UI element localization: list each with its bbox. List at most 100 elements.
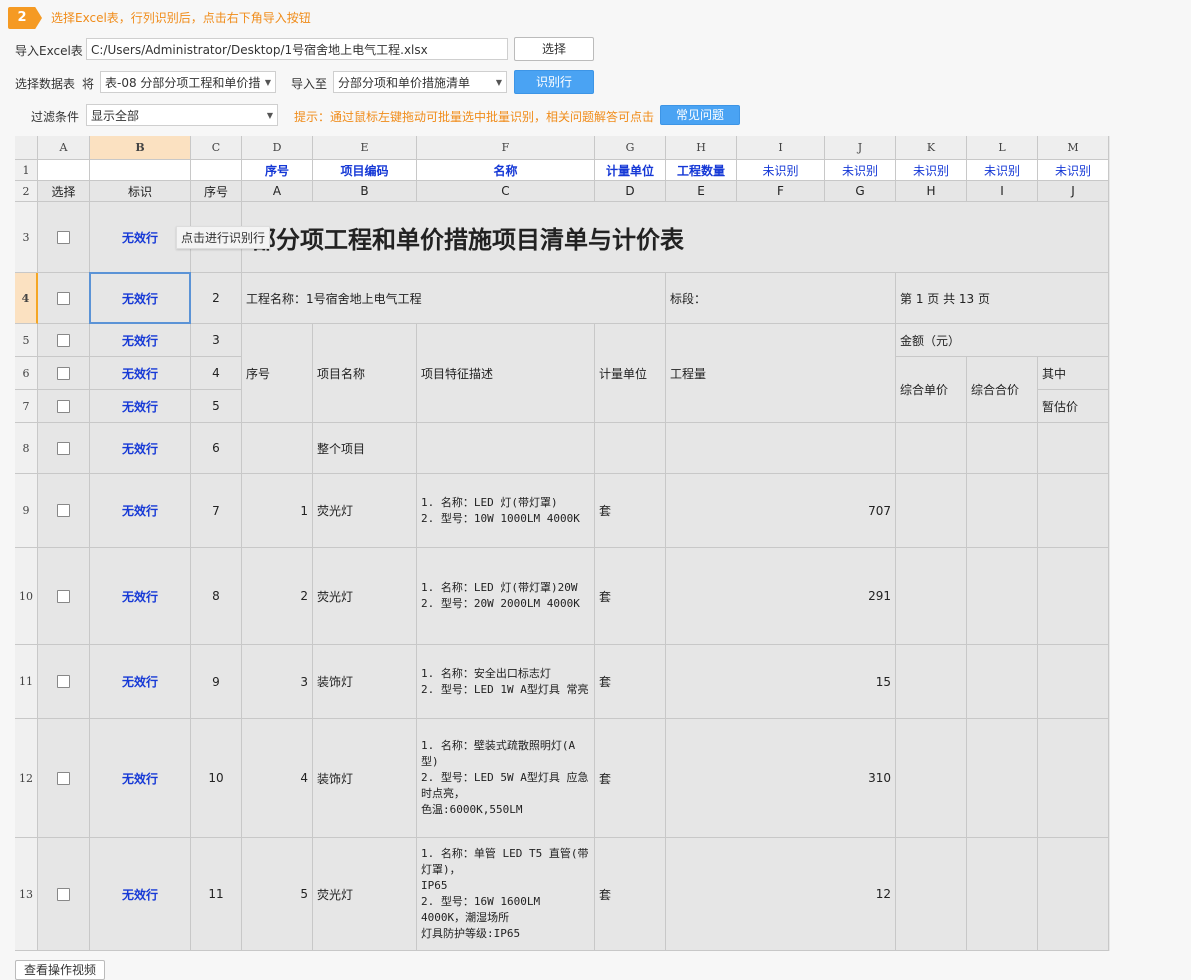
item-unit: 套 (595, 645, 666, 719)
sheet-select[interactable]: 表-08 分部分项工程和单价措 ▼ (100, 71, 276, 93)
row-identifier[interactable]: 无效行 (90, 357, 191, 390)
import-to-label: 导入至 (291, 77, 328, 91)
column-mapping-j[interactable]: 未识别 (825, 160, 896, 181)
item-total-price (967, 548, 1038, 645)
faq-button[interactable]: 常见问题 (660, 105, 740, 125)
column-mapping-f[interactable]: 名称 (417, 160, 595, 181)
column-mapping-d[interactable]: 序号 (242, 160, 313, 181)
row-checkbox[interactable] (57, 441, 70, 455)
row-select-cell[interactable] (38, 719, 90, 838)
item-total-price (967, 474, 1038, 548)
row-number[interactable]: 4 (15, 273, 38, 324)
row-identifier[interactable]: 无效行 (90, 838, 191, 951)
column-header-l[interactable]: L (967, 136, 1038, 160)
excel-path-input[interactable]: C:/Users/Administrator/Desktop/1号宿舍地上电气工… (86, 38, 508, 60)
column-header-g[interactable]: G (595, 136, 666, 160)
row-select-cell[interactable] (38, 645, 90, 719)
row-identifier[interactable]: 无效行 (90, 423, 191, 474)
choose-file-button[interactable]: 选择 (514, 37, 594, 61)
row-checkbox[interactable] (57, 230, 70, 244)
row-checkbox[interactable] (57, 589, 70, 603)
target-select[interactable]: 分部分项和单价措施清单 ▼ (333, 71, 507, 93)
row-number[interactable]: 3 (15, 202, 38, 273)
row-number[interactable]: 1 (15, 160, 38, 181)
row-identifier[interactable]: 无效行 (90, 273, 191, 324)
column-header-a[interactable]: A (38, 136, 90, 160)
chevron-down-icon: ▼ (266, 111, 273, 120)
item-description: 1. 名称：安全出口标志灯 2. 型号：LED 1W A型灯具 常亮 (417, 645, 595, 719)
row-checkbox[interactable] (57, 366, 70, 380)
item-unit-price (896, 838, 967, 951)
item-quantity: 12 (666, 838, 896, 951)
row-number[interactable]: 5 (15, 324, 38, 357)
row-identifier[interactable]: 无效行 (90, 324, 191, 357)
column-header-c[interactable]: C (191, 136, 242, 160)
row-checkbox[interactable] (57, 333, 70, 347)
row-select-cell[interactable] (38, 474, 90, 548)
row-identifier[interactable]: 无效行 (90, 390, 191, 423)
item-number: 5 (242, 838, 313, 951)
column-header-i[interactable]: I (737, 136, 825, 160)
column-mapping-l[interactable]: 未识别 (967, 160, 1038, 181)
column-header-k[interactable]: K (896, 136, 967, 160)
header-cell: 序号 (191, 181, 242, 202)
row-select-cell[interactable] (38, 390, 90, 423)
page-info-cell: 第 1 页 共 13 页 (896, 273, 1109, 324)
column-header-h[interactable]: H (666, 136, 737, 160)
item-number: 3 (242, 645, 313, 719)
row-number[interactable]: 7 (15, 390, 38, 423)
row-select-cell[interactable] (38, 548, 90, 645)
row-number[interactable]: 9 (15, 474, 38, 548)
column-header-e[interactable]: E (313, 136, 417, 160)
row-checkbox[interactable] (57, 887, 70, 901)
item-total-price (967, 719, 1038, 838)
row-number[interactable]: 6 (15, 357, 38, 390)
row-sequence: 4 (191, 357, 242, 390)
column-header-m[interactable]: M (1038, 136, 1109, 160)
row-select-cell[interactable] (38, 423, 90, 474)
row-select-cell[interactable] (38, 324, 90, 357)
row-number[interactable]: 11 (15, 645, 38, 719)
header-cell: J (1038, 181, 1109, 202)
row-select-cell[interactable] (38, 838, 90, 951)
row-select-cell[interactable] (38, 357, 90, 390)
row-checkbox[interactable] (57, 399, 70, 413)
grid-corner (15, 136, 38, 160)
row-identifier[interactable]: 无效行 (90, 474, 191, 548)
filter-select[interactable]: 显示全部 ▼ (86, 104, 278, 126)
column-mapping-i[interactable]: 未识别 (737, 160, 825, 181)
row-checkbox[interactable] (57, 504, 70, 517)
row-sequence: 9 (191, 645, 242, 719)
row-select-cell[interactable] (38, 273, 90, 324)
header-cell: B (313, 181, 417, 202)
header-cell: H (896, 181, 967, 202)
column-mapping-g[interactable]: 计量单位 (595, 160, 666, 181)
column-mapping-e[interactable]: 项目编码 (313, 160, 417, 181)
row-select-cell[interactable] (38, 202, 90, 273)
column-header-j[interactable]: J (825, 136, 896, 160)
row-identifier[interactable]: 无效行 (90, 719, 191, 838)
row-number[interactable]: 12 (15, 719, 38, 838)
column-header-f[interactable]: F (417, 136, 595, 160)
jiang-label: 将 (82, 77, 95, 91)
view-video-button[interactable]: 查看操作视频 (15, 960, 105, 980)
column-mapping-m[interactable]: 未识别 (1038, 160, 1109, 181)
row-number[interactable]: 13 (15, 838, 38, 951)
row-number[interactable]: 8 (15, 423, 38, 474)
row-number[interactable]: 10 (15, 548, 38, 645)
row-checkbox[interactable] (57, 771, 70, 785)
row-checkbox[interactable] (57, 291, 70, 305)
column-header-b[interactable]: B (90, 136, 191, 160)
identify-rows-button[interactable]: 识别行 (514, 70, 594, 94)
sheet-title: 部分项工程和单价措施项目清单与计价表 (242, 202, 1109, 273)
row-checkbox[interactable] (57, 675, 70, 688)
row-identifier[interactable]: 无效行 (90, 645, 191, 719)
spreadsheet-grid[interactable]: A B C D E F G H I J K L M 1 2 3 4 5 6 7 8 9 10 11 12 13 序号 项目编码 名称 计量… (15, 136, 1110, 951)
column-mapping-h[interactable]: 工程数量 (666, 160, 737, 181)
row-identifier[interactable]: 无效行 (90, 548, 191, 645)
column-header-d[interactable]: D (242, 136, 313, 160)
item-number: 1 (242, 474, 313, 548)
row-number[interactable]: 2 (15, 181, 38, 202)
column-mapping-k[interactable]: 未识别 (896, 160, 967, 181)
header-estimate: 暂估价 (1038, 390, 1109, 423)
